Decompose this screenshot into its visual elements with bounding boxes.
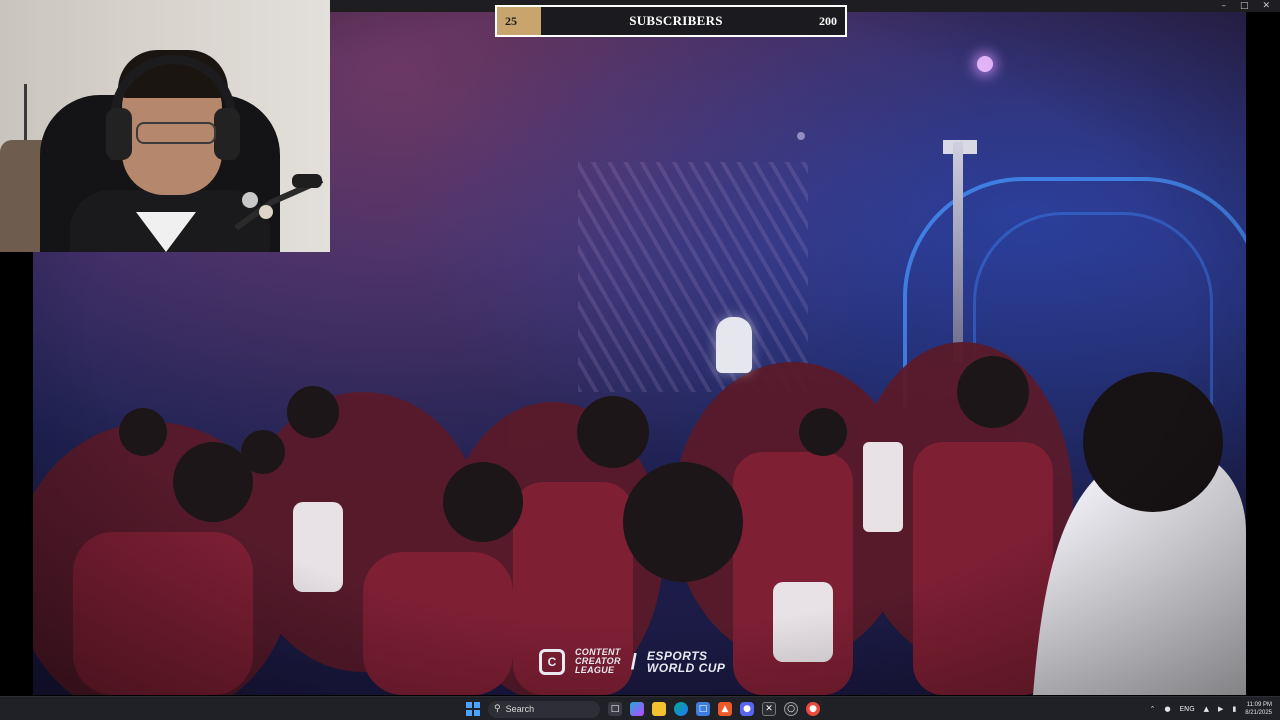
edge-icon[interactable] bbox=[674, 702, 688, 716]
volume-icon[interactable]: ▶ bbox=[1218, 705, 1223, 713]
taskbar: ⚲ Search □ □ ▲ ● ✕ ○ ● ⌃ ● ENG ▲ ▶ ▮ 11:… bbox=[0, 696, 1280, 720]
media-icon[interactable]: ○ bbox=[784, 702, 798, 716]
taskbar-apps: ⚲ Search □ □ ▲ ● ✕ ○ ● bbox=[466, 697, 820, 720]
language-indicator[interactable]: ENG bbox=[1180, 705, 1195, 713]
store-icon[interactable]: □ bbox=[696, 702, 710, 716]
ccl-logo-icon: C bbox=[539, 648, 565, 675]
clock-time: 11:09 PM bbox=[1246, 702, 1272, 708]
battery-icon[interactable]: ▮ bbox=[1232, 705, 1236, 713]
headphone-earcup-right bbox=[214, 108, 240, 160]
copilot-icon[interactable] bbox=[630, 702, 644, 716]
glasses bbox=[136, 122, 216, 144]
subscriber-goal-target: 200 bbox=[819, 13, 837, 28]
clock-date: 8/21/2025 bbox=[1245, 710, 1272, 716]
network-icon[interactable]: ▲ bbox=[1204, 705, 1209, 713]
folder-icon[interactable] bbox=[652, 702, 666, 716]
search-label: Search bbox=[505, 704, 535, 714]
logo-separator: / bbox=[630, 648, 637, 674]
microphone-arm-icon bbox=[234, 174, 324, 231]
ccl-logo-text: CONTENT CREATOR LEAGUE bbox=[575, 647, 621, 675]
subscriber-goal-bar: 25 SUBSCRIBERS 200 bbox=[495, 5, 847, 37]
discord-icon[interactable]: ● bbox=[740, 702, 754, 716]
file-explorer-icon[interactable]: □ bbox=[608, 702, 622, 716]
brave-icon[interactable]: ▲ bbox=[718, 702, 732, 716]
search-icon: ⚲ bbox=[494, 704, 501, 714]
webcam-overlay bbox=[0, 0, 330, 252]
chevron-up-icon[interactable]: ⌃ bbox=[1150, 705, 1156, 713]
window-controls: – □ ✕ bbox=[1221, 0, 1270, 12]
close-button[interactable]: ✕ bbox=[1262, 1, 1270, 11]
trophy bbox=[716, 317, 752, 373]
taskbar-clock[interactable]: 11:09 PM 8/21/2025 bbox=[1245, 701, 1272, 717]
headphone-earcup-left bbox=[106, 108, 132, 160]
minimize-button[interactable]: – bbox=[1221, 1, 1226, 11]
system-tray: ⌃ ● ENG ▲ ▶ ▮ 11:09 PM 8/21/2025 bbox=[1150, 697, 1272, 720]
event-watermark: C CONTENT CREATOR LEAGUE / ESPORTS WORLD… bbox=[539, 648, 725, 675]
subscriber-count: 25 bbox=[505, 13, 517, 28]
maximize-button[interactable]: □ bbox=[1240, 1, 1249, 11]
ewc-logo-text: ESPORTS WORLD CUP bbox=[646, 648, 726, 675]
steam-icon[interactable]: ● bbox=[806, 702, 820, 716]
screen: – □ ✕ C CONTENT CREATOR LEAGUE / ESPORTS… bbox=[0, 0, 1280, 720]
xbox-icon[interactable]: ✕ bbox=[762, 702, 776, 716]
subscriber-goal-label: SUBSCRIBERS bbox=[629, 13, 723, 28]
taskbar-search[interactable]: ⚲ Search bbox=[488, 700, 600, 718]
microphone-icon[interactable]: ● bbox=[1164, 705, 1170, 713]
windows-start-icon[interactable] bbox=[466, 702, 480, 716]
